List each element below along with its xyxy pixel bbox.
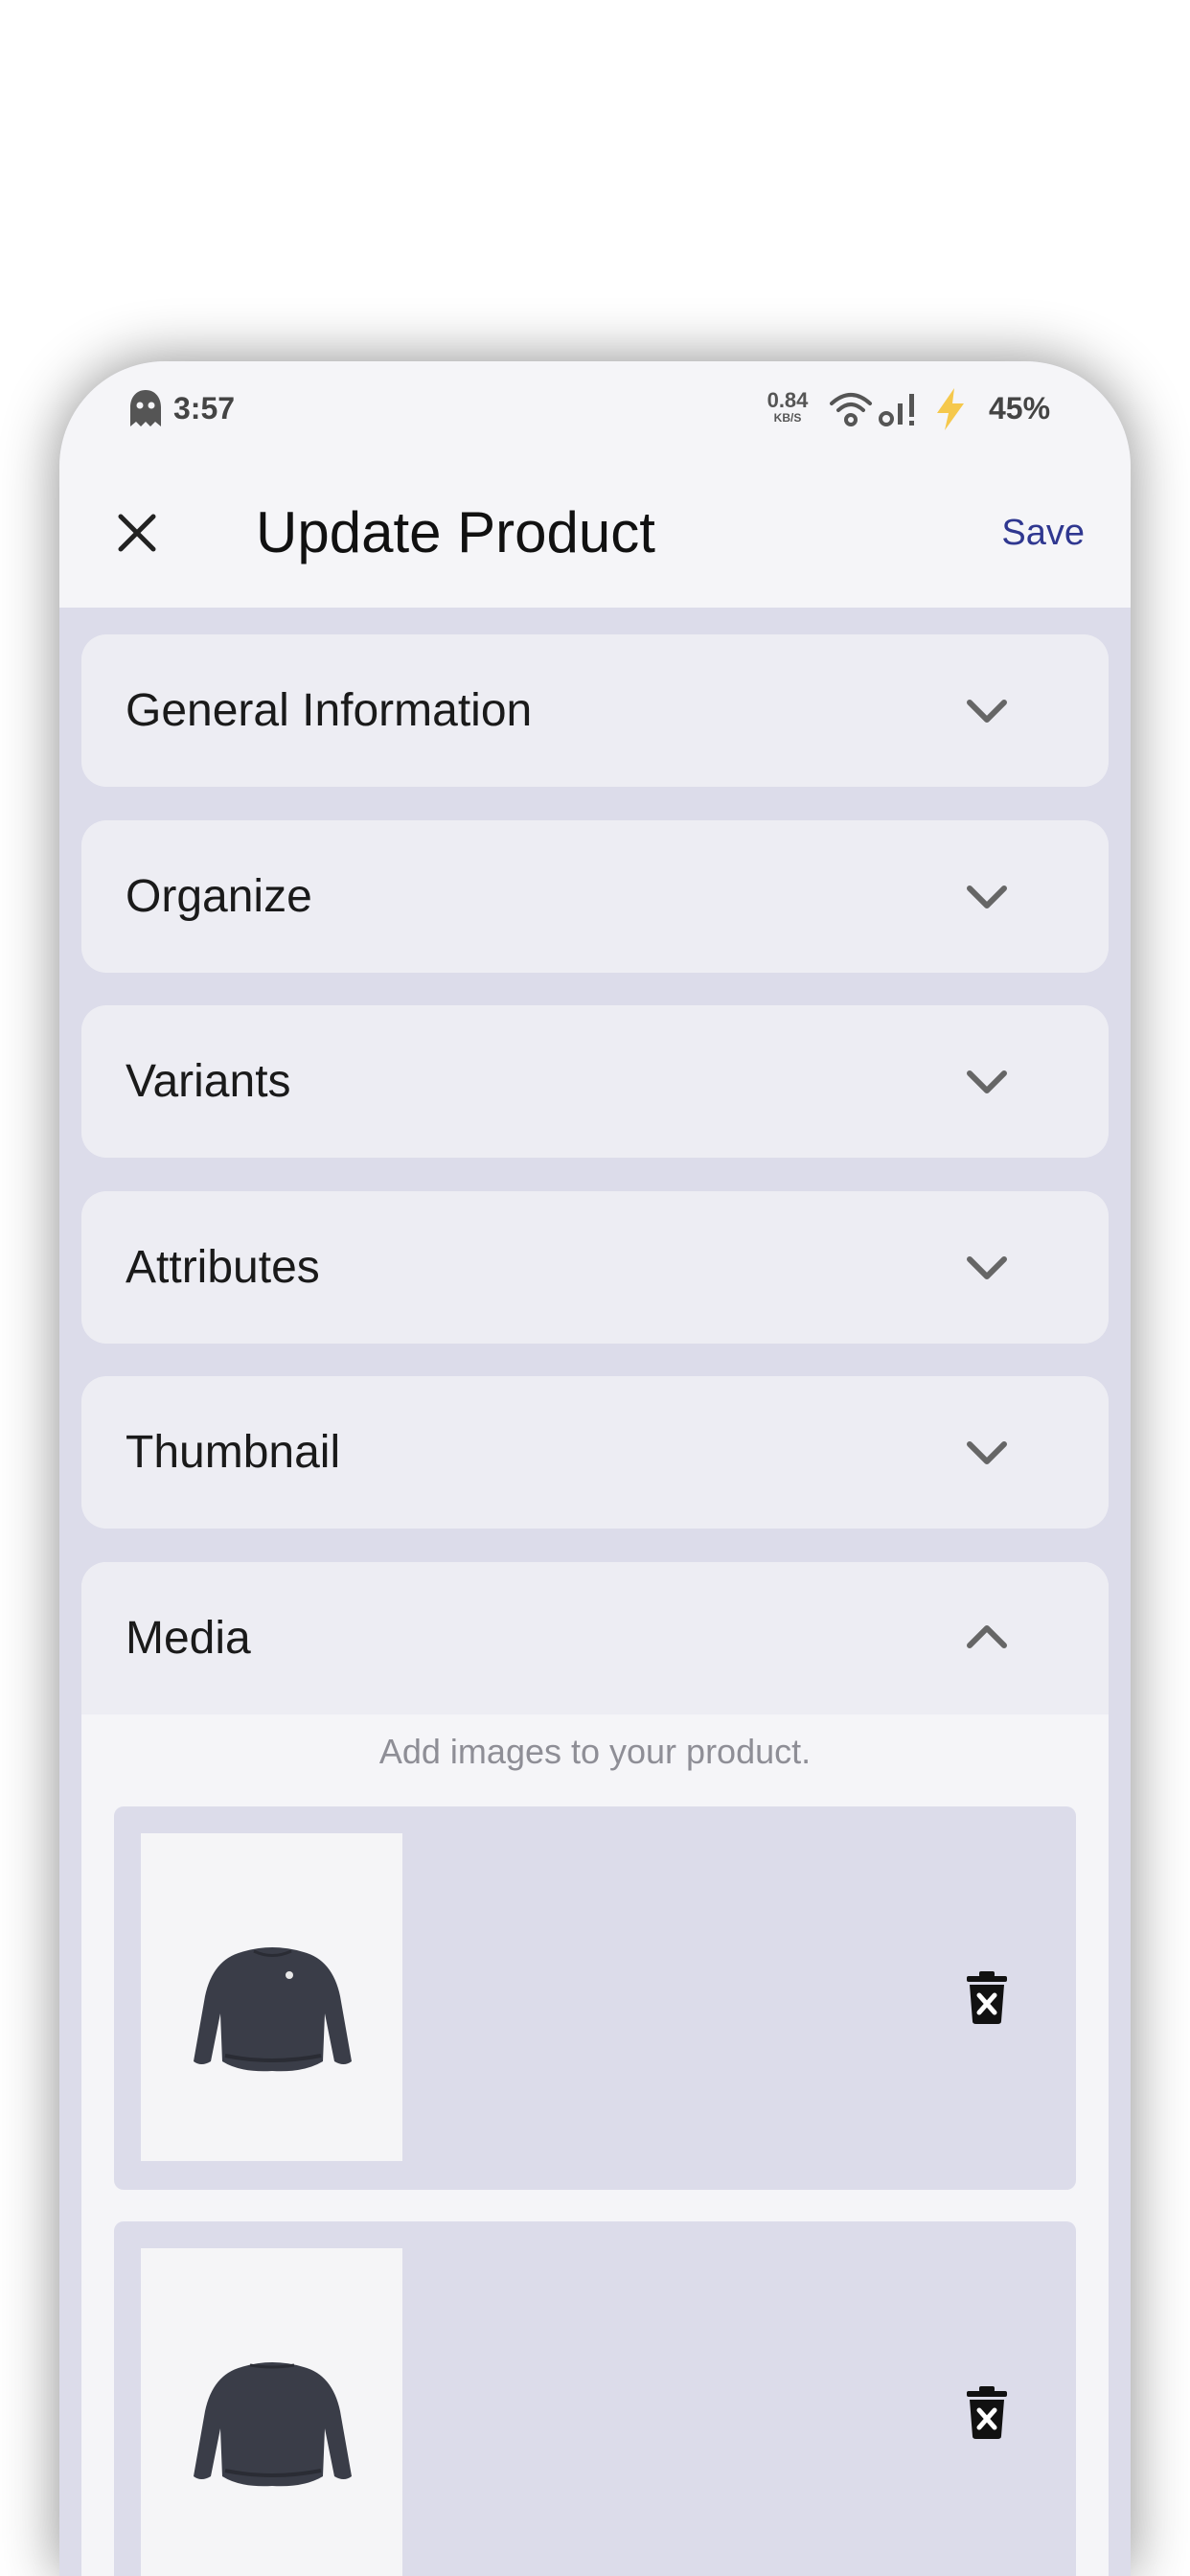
status-time: 3:57 bbox=[173, 391, 236, 426]
section-label: General Information bbox=[126, 685, 533, 736]
product-image[interactable] bbox=[141, 1833, 402, 2161]
section-label: Variants bbox=[126, 1056, 291, 1107]
section-organize[interactable]: Organize bbox=[81, 820, 1109, 973]
media-item bbox=[114, 2221, 1076, 2576]
net-speed: 0.84 KB/S bbox=[759, 388, 816, 426]
charging-bolt-icon bbox=[937, 388, 964, 430]
section-media: Media Add images to your product. bbox=[81, 1562, 1109, 2576]
section-thumbnail[interactable]: Thumbnail bbox=[81, 1376, 1109, 1529]
chevron-down-icon bbox=[967, 1256, 1007, 1279]
section-general-information[interactable]: General Information bbox=[81, 634, 1109, 787]
delete-icon[interactable] bbox=[965, 1969, 1009, 2025]
save-button[interactable]: Save bbox=[1001, 507, 1085, 559]
sweatshirt-image bbox=[194, 2362, 352, 2487]
chevron-up-icon bbox=[967, 1625, 1007, 1648]
chevron-down-icon bbox=[967, 1441, 1007, 1464]
chevron-down-icon bbox=[967, 886, 1007, 908]
section-label: Attributes bbox=[126, 1242, 320, 1293]
section-label: Organize bbox=[126, 871, 312, 922]
section-variants[interactable]: Variants bbox=[81, 1005, 1109, 1158]
battery-level: 45% bbox=[989, 391, 1051, 426]
section-label: Media bbox=[126, 1613, 251, 1664]
app-bar: Update Product Save bbox=[59, 457, 1131, 608]
wifi-icon bbox=[830, 393, 872, 426]
signal-icon bbox=[879, 394, 914, 426]
net-speed-unit: KB/S bbox=[773, 411, 802, 425]
media-hint: Add images to your product. bbox=[378, 1732, 812, 1771]
chevron-down-icon bbox=[967, 1070, 1007, 1093]
section-media-header[interactable]: Media bbox=[81, 1562, 1109, 1714]
page-title: Update Product bbox=[256, 500, 655, 564]
section-attributes[interactable]: Attributes bbox=[81, 1191, 1109, 1344]
sweatshirt-image bbox=[194, 1947, 352, 2072]
phone-screen: 3:57 0.84 KB/S 45% Update Product Save G… bbox=[59, 361, 1131, 2576]
status-bar: 3:57 0.84 KB/S 45% bbox=[59, 361, 1131, 457]
net-speed-value: 0.84 bbox=[767, 388, 809, 412]
section-label: Thumbnail bbox=[126, 1427, 341, 1478]
product-image[interactable] bbox=[141, 2248, 402, 2576]
media-item bbox=[114, 1806, 1076, 2190]
delete-icon[interactable] bbox=[965, 2384, 1009, 2440]
ghost-icon bbox=[130, 390, 161, 426]
close-icon[interactable] bbox=[109, 505, 165, 561]
chevron-down-icon bbox=[967, 700, 1007, 723]
